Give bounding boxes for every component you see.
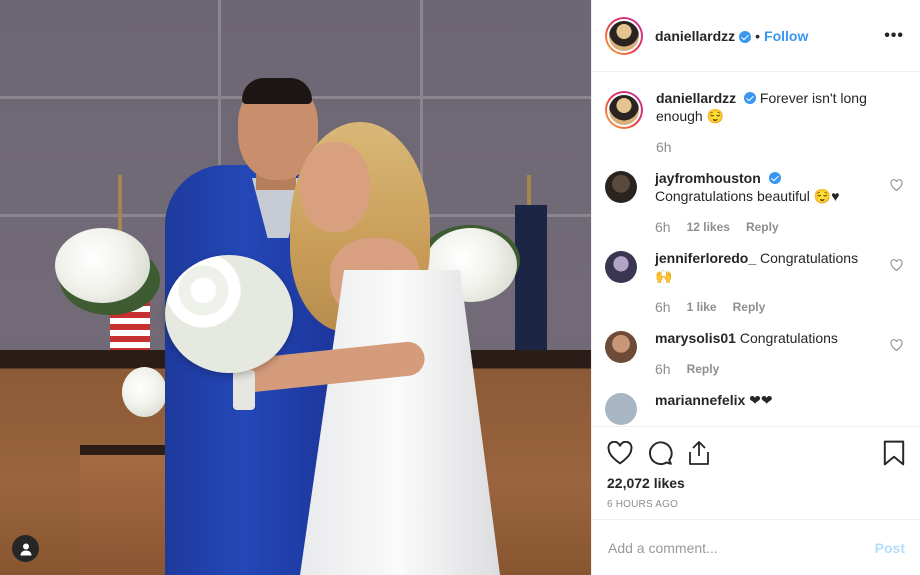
comment-time: 6h (655, 219, 671, 235)
heart-icon[interactable] (607, 441, 633, 465)
post-comment-button[interactable]: Post (875, 540, 905, 556)
verified-badge-icon (739, 30, 752, 43)
follow-button[interactable]: Follow (764, 28, 808, 44)
verified-badge-icon (744, 92, 757, 104)
post-photo[interactable] (0, 0, 591, 575)
comment-input[interactable] (608, 539, 875, 556)
comment-item: mariannefelix ❤❤ (605, 391, 905, 425)
flower-arrangement (55, 228, 150, 303)
caption-username[interactable]: daniellardzz (656, 90, 736, 106)
comment-username[interactable]: mariannefelix (655, 392, 745, 408)
comment-icon[interactable] (647, 440, 673, 466)
reply-button[interactable]: Reply (746, 220, 779, 234)
post-actions: 22,072 likes 6 HOURS AGO (592, 426, 920, 519)
comment-composer: Post (592, 519, 920, 575)
like-comment-heart-icon[interactable] (890, 339, 903, 351)
bouquet-stem (233, 370, 255, 410)
comments-list[interactable]: daniellardzz Forever isn't long enough 😌… (592, 73, 920, 426)
comment-username[interactable]: jayfromhouston (655, 170, 761, 186)
reply-button[interactable]: Reply (687, 362, 720, 376)
posted-time[interactable]: 6 HOURS AGO (607, 499, 905, 510)
comment-item: marysolis01 Congratulations 6h Reply (605, 329, 905, 377)
comment-avatar[interactable] (605, 251, 637, 283)
comment-avatar[interactable] (605, 171, 637, 203)
comment-time: 6h (655, 361, 671, 377)
bookmark-icon[interactable] (883, 440, 905, 466)
comment-text: Congratulations (739, 330, 838, 346)
separator-dot: • (755, 27, 761, 44)
caption-avatar[interactable] (605, 91, 643, 129)
user-icon (20, 543, 31, 555)
comment-avatar[interactable] (605, 331, 637, 363)
comment-text: ❤❤ (749, 392, 773, 408)
comment-likes[interactable]: 1 like (687, 300, 717, 314)
author-avatar[interactable] (605, 16, 643, 55)
caption: daniellardzz Forever isn't long enough 😌… (605, 89, 905, 155)
comment-time: 6h (655, 299, 671, 315)
groom-hair (242, 78, 312, 104)
texas-flag (515, 205, 547, 350)
flower-arrangement (122, 367, 167, 417)
caption-time: 6h (656, 139, 672, 155)
bouquet (165, 255, 293, 373)
like-comment-heart-icon[interactable] (890, 259, 903, 271)
author-username[interactable]: daniellardzz (655, 28, 735, 44)
more-options-icon[interactable]: ••• (884, 27, 904, 45)
comment-likes[interactable]: 12 likes (687, 220, 730, 234)
post-sidebar: daniellardzz • Follow ••• daniellardzz F… (591, 0, 920, 575)
comment-item: jenniferloredo_ Congratulations 🙌 6h 1 l… (605, 249, 905, 315)
user-tag-icon[interactable] (12, 535, 39, 562)
comment-item: jayfromhouston Congratulations beautiful… (605, 169, 905, 235)
bride-face (300, 142, 370, 232)
likes-count[interactable]: 22,072 likes (607, 475, 905, 491)
comment-username[interactable]: marysolis01 (655, 330, 736, 346)
like-comment-heart-icon[interactable] (890, 179, 903, 191)
comment-avatar[interactable] (605, 393, 637, 425)
share-icon[interactable] (687, 440, 711, 466)
comment-username[interactable]: jenniferloredo_ (655, 250, 756, 266)
verified-badge-icon (768, 172, 781, 184)
reply-button[interactable]: Reply (733, 300, 766, 314)
comment-text: Congratulations beautiful 😌♥ (655, 188, 840, 204)
post-header: daniellardzz • Follow ••• (592, 0, 920, 72)
